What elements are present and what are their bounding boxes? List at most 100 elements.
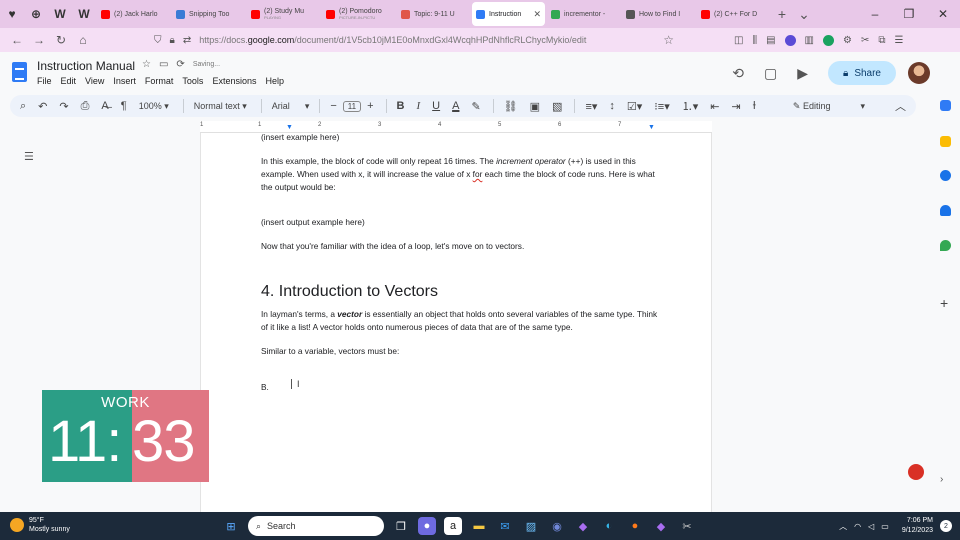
print-icon[interactable]: ⎙: [81, 100, 90, 113]
insert-image-icon[interactable]: ▧: [552, 100, 562, 113]
version-history-icon[interactable]: ⟲: [732, 65, 744, 82]
account-extension-icon[interactable]: [784, 34, 796, 46]
comments-icon[interactable]: ▢: [764, 65, 777, 82]
task-view-icon[interactable]: ❐: [392, 517, 410, 535]
style-select[interactable]: Normal text ▾: [194, 101, 247, 112]
collapse-menus-icon[interactable]: ︿: [895, 98, 906, 114]
pomodoro-timer-overlay[interactable]: WORK 11: 33: [42, 390, 209, 482]
avatar[interactable]: [908, 62, 930, 84]
back-icon[interactable]: ←: [6, 33, 28, 47]
underline-icon[interactable]: U: [432, 100, 440, 112]
insert-link-icon[interactable]: ⛓: [504, 100, 518, 113]
contacts-icon[interactable]: [940, 205, 951, 216]
close-window-button[interactable]: ✕: [926, 7, 960, 21]
browser-tab[interactable]: Snipping Too: [172, 2, 245, 26]
browser-tab[interactable]: incrementor -: [547, 2, 620, 26]
calendar-icon[interactable]: [940, 100, 951, 111]
tool-extension-icon[interactable]: ✂: [861, 35, 869, 46]
lock-icon[interactable]: 🔒︎: [170, 35, 175, 46]
add-addon-icon[interactable]: +: [940, 295, 948, 311]
menu-item-format[interactable]: Format: [145, 76, 174, 86]
pinned-tab-w-icon[interactable]: W: [48, 0, 72, 28]
puzzle-icon[interactable]: ▥: [805, 35, 814, 46]
spellcheck-icon[interactable]: A̶: [101, 100, 108, 112]
menu-item-insert[interactable]: Insert: [113, 76, 136, 86]
line-spacing-icon[interactable]: ↕: [609, 100, 615, 112]
list-item-b[interactable]: B.: [261, 381, 661, 394]
home-icon[interactable]: ⌂: [72, 33, 94, 47]
edge-icon[interactable]: ◐: [600, 517, 618, 535]
font-select[interactable]: Arial ▾: [272, 101, 310, 112]
file-explorer-icon[interactable]: ▬: [470, 517, 488, 535]
menu-item-view[interactable]: View: [85, 76, 104, 86]
forward-icon[interactable]: →: [28, 33, 50, 47]
checklist-icon[interactable]: ☑▾: [627, 100, 642, 113]
add-comment-icon[interactable]: ▣: [530, 100, 540, 113]
increase-indent-icon[interactable]: ⇥: [731, 100, 740, 113]
decrease-indent-icon[interactable]: ⇤: [710, 100, 719, 113]
shield-icon[interactable]: ⛉: [154, 35, 162, 46]
grammarly-icon[interactable]: [822, 34, 834, 46]
paragraph-vector-definition[interactable]: In layman's terms, a vector is essential…: [261, 308, 661, 334]
document-outline-icon[interactable]: ☰: [24, 150, 34, 163]
text-color-icon[interactable]: A: [452, 100, 459, 112]
paragraph-insert-output[interactable]: (insert output example here): [261, 216, 661, 229]
numbered-list-icon[interactable]: ⒈▾: [682, 98, 699, 114]
document-title[interactable]: Instruction Manual: [37, 59, 135, 73]
expand-panel-icon[interactable]: ›: [940, 474, 943, 485]
teams-icon[interactable]: ●: [418, 517, 436, 535]
pinned-tab-globe-icon[interactable]: ⊕: [24, 0, 48, 28]
docs-logo-icon[interactable]: [12, 62, 27, 82]
address-bar[interactable]: ⛉ 🔒︎ ⇄ https://docs.google.com/document/…: [154, 30, 674, 50]
close-tab-icon[interactable]: ✕: [530, 9, 541, 20]
tray-chevron-icon[interactable]: ︿: [839, 521, 847, 532]
menu-item-extensions[interactable]: Extensions: [212, 76, 256, 86]
star-icon[interactable]: ☆: [142, 59, 151, 70]
paint-format-icon[interactable]: ¶: [121, 100, 127, 112]
reload-icon[interactable]: ↻: [50, 33, 72, 47]
bookmark-star-icon[interactable]: ☆: [663, 33, 674, 47]
minimize-button[interactable]: –: [858, 7, 892, 21]
tasks-icon[interactable]: [940, 170, 951, 181]
mail-icon[interactable]: ✉: [496, 517, 514, 535]
paragraph-vectors-must-be[interactable]: Similar to a variable, vectors must be:: [261, 345, 661, 358]
maps-icon[interactable]: [940, 240, 951, 251]
start-icon[interactable]: ⊞: [222, 517, 240, 535]
url-text[interactable]: https://docs.google.com/document/d/1V5cb…: [199, 35, 586, 45]
zoom-select[interactable]: 100% ▾: [139, 101, 169, 112]
visual-studio-2-icon[interactable]: ◆: [652, 517, 670, 535]
highlight-icon[interactable]: ✎: [471, 100, 480, 113]
maximize-button[interactable]: ❐: [892, 7, 926, 21]
share-button[interactable]: 🔒︎ Share: [828, 61, 896, 85]
app-menu-icon[interactable]: ☰: [894, 35, 903, 46]
library-icon[interactable]: ⫼: [752, 35, 757, 46]
wifi-icon[interactable]: ◠: [854, 522, 861, 531]
menu-item-edit[interactable]: Edit: [61, 76, 77, 86]
paragraph-transition[interactable]: Now that you're familiar with the idea o…: [261, 240, 661, 253]
heading-introduction-to-vectors[interactable]: 4. Introduction to Vectors: [261, 282, 661, 302]
weather-widget[interactable]: 95°F Mostly sunny: [10, 516, 70, 534]
meet-icon[interactable]: ▶: [797, 65, 808, 82]
document-page[interactable]: (insert example here) In this example, t…: [200, 132, 712, 512]
pinned-tab-w2-icon[interactable]: W: [72, 0, 96, 28]
italic-icon[interactable]: I: [416, 100, 420, 112]
search-menus-icon[interactable]: ⌕: [20, 100, 26, 113]
amazon-icon[interactable]: a: [444, 517, 462, 535]
right-indent-marker-icon[interactable]: ▼: [648, 124, 655, 131]
volume-icon[interactable]: ◁: [868, 522, 874, 531]
taskbar-search[interactable]: ⌕ Search: [248, 516, 384, 536]
decrease-font-size-icon[interactable]: −: [330, 100, 336, 112]
increase-font-size-icon[interactable]: +: [367, 100, 373, 112]
menu-item-file[interactable]: File: [37, 76, 52, 86]
tab-list-chevron-icon[interactable]: ⌄: [793, 6, 815, 23]
browser-tab[interactable]: (2) Pomodoro PICTURE-IN-PICTU: [322, 2, 395, 26]
browser-tab[interactable]: (2) C++ For D: [697, 2, 770, 26]
paragraph-loop-explanation[interactable]: In this example, the block of code will …: [261, 155, 661, 194]
sidebar-icon[interactable]: ▤: [766, 35, 775, 46]
gear-extension-icon[interactable]: ⚙: [843, 35, 852, 46]
discord-icon[interactable]: ◉: [548, 517, 566, 535]
align-icon[interactable]: ≡▾: [585, 100, 597, 113]
browser-tab[interactable]: (2) Jack Harlo: [97, 2, 170, 26]
browser-tab[interactable]: How to Find I: [622, 2, 695, 26]
move-folder-icon[interactable]: ▭: [159, 59, 168, 70]
